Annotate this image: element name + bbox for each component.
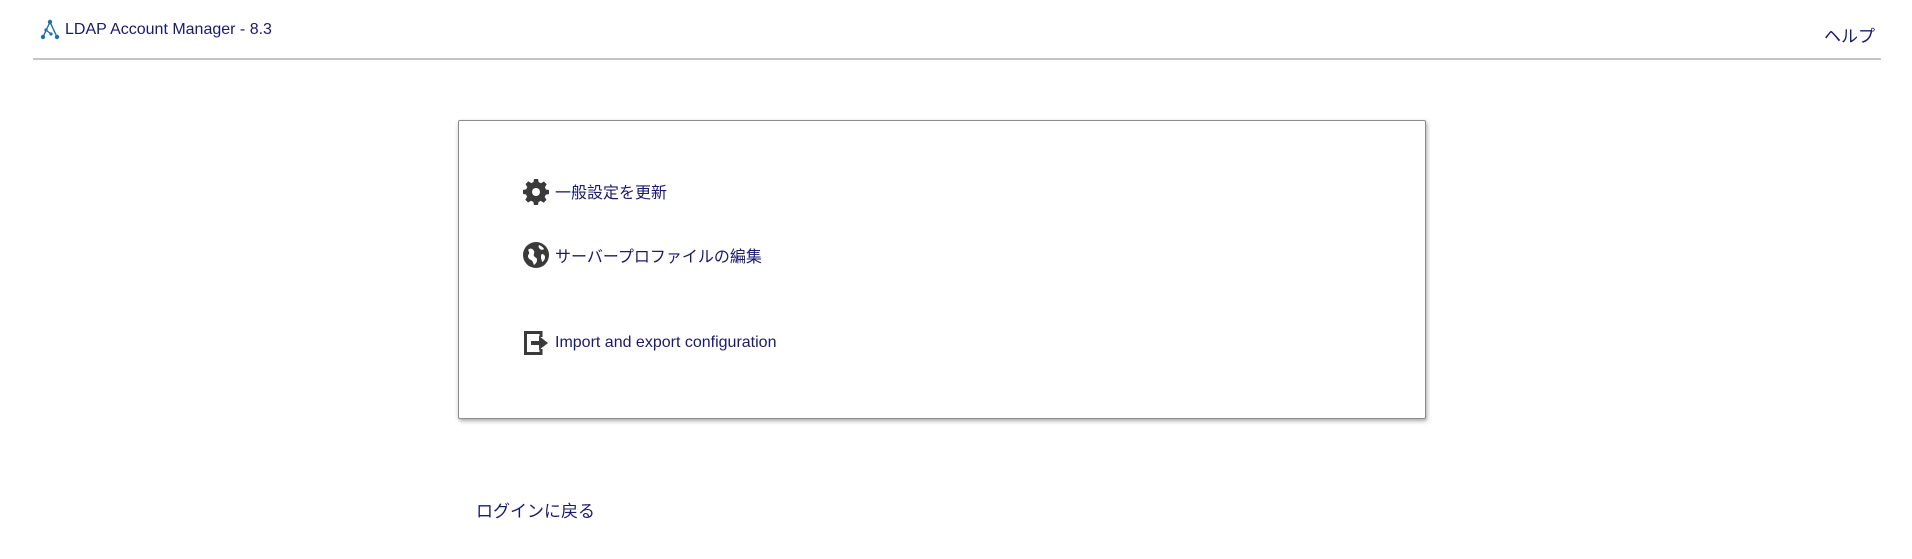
- lam-logo-icon: [40, 19, 60, 40]
- globe-icon: [521, 240, 551, 270]
- import-export-config-link[interactable]: Import and export configuration: [521, 328, 776, 358]
- import-export-config-label: Import and export configuration: [555, 334, 777, 351]
- header: LDAP Account Manager - 8.3 ヘルプ: [33, 0, 1881, 60]
- edit-server-profiles-link[interactable]: サーバープロファイルの編集: [521, 240, 762, 270]
- help-link[interactable]: ヘルプ: [1824, 22, 1875, 47]
- back-to-login-link[interactable]: ログインに戻る: [476, 497, 595, 522]
- edit-general-settings-link[interactable]: 一般設定を更新: [521, 176, 667, 206]
- app-title-link[interactable]: LDAP Account Manager - 8.3: [38, 18, 272, 42]
- edit-general-settings-label: 一般設定を更新: [555, 185, 668, 202]
- config-menu-panel: 一般設定を更新 サーバープロファイルの編集 Import and export …: [458, 120, 1426, 419]
- edit-server-profiles-label: サーバープロファイルの編集: [555, 249, 762, 266]
- gear-icon: [521, 176, 551, 206]
- export-icon: [521, 328, 551, 358]
- app-root: LDAP Account Manager - 8.3 ヘルプ 一般設定を更新 サ…: [0, 0, 1912, 559]
- app-title: LDAP Account Manager - 8.3: [65, 21, 272, 38]
